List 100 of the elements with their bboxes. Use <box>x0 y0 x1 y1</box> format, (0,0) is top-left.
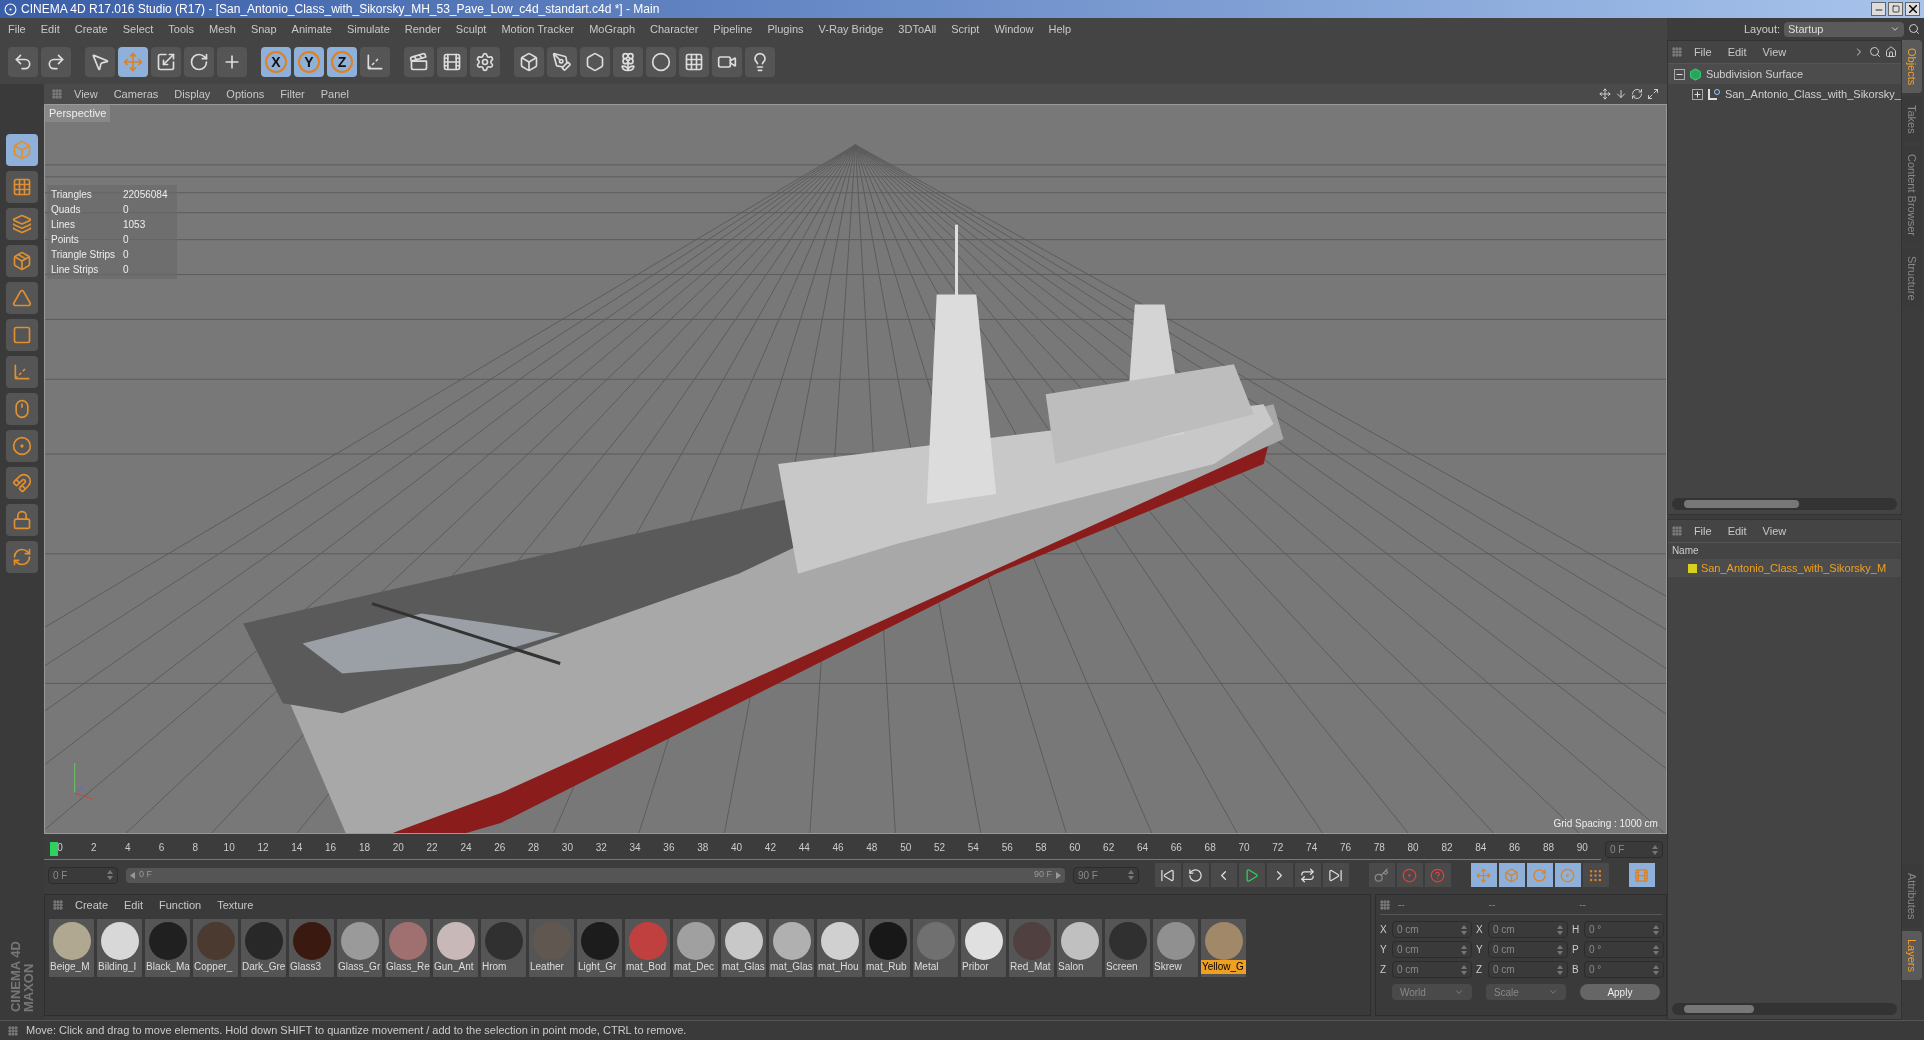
transport-button[interactable] <box>1238 863 1265 887</box>
scale-button[interactable] <box>151 47 181 77</box>
material-tile[interactable]: mat_Glas <box>769 919 814 977</box>
points-mode-button[interactable] <box>6 245 38 277</box>
material-tile[interactable]: mat_Hou <box>817 919 862 977</box>
layer-row[interactable]: San_Antonio_Class_with_Sikorsky_M <box>1667 559 1901 577</box>
home-icon[interactable] <box>1885 46 1897 58</box>
value-field[interactable]: 0 cm <box>1487 921 1568 938</box>
material-tile[interactable]: Dark_Gre <box>241 919 286 977</box>
camera-button[interactable] <box>712 47 742 77</box>
transport-button[interactable] <box>1322 863 1349 887</box>
value-field[interactable]: 0 cm <box>1391 941 1472 958</box>
material-tile[interactable]: Copper_ <box>193 919 238 977</box>
value-field[interactable]: 0 F <box>48 866 118 884</box>
material-tile[interactable]: Light_Gr <box>577 919 622 977</box>
value-field[interactable]: 0 F <box>1604 841 1663 858</box>
menu-item[interactable]: View <box>74 85 98 103</box>
value-field[interactable]: 0 ° <box>1583 941 1664 958</box>
horizontal-scrollbar[interactable] <box>1671 1003 1897 1015</box>
menu-item[interactable]: V-Ray Bridge <box>818 20 884 38</box>
menu-item[interactable]: Cameras <box>113 85 159 103</box>
menu-item[interactable]: File <box>1693 43 1712 61</box>
undo-button[interactable] <box>8 47 38 77</box>
minimize-button[interactable] <box>1871 2 1886 16</box>
menu-item[interactable]: Character <box>650 20 699 38</box>
material-tile[interactable]: Red_Mat <box>1009 919 1054 977</box>
axis-mode-button[interactable] <box>6 356 38 388</box>
select-button[interactable] <box>85 47 115 77</box>
layout-dropdown[interactable]: Startup <box>1784 21 1904 37</box>
material-tile[interactable]: Hrom <box>481 919 526 977</box>
grid-lock-mode-button[interactable] <box>6 504 38 536</box>
orbit-icon[interactable] <box>1630 88 1643 100</box>
keyframe-button[interactable] <box>1396 863 1423 887</box>
render-view-button[interactable] <box>404 47 434 77</box>
menu-item[interactable]: Snap <box>250 20 277 38</box>
timeline-button[interactable] <box>1628 863 1655 887</box>
render-button[interactable] <box>437 47 467 77</box>
material-tile[interactable]: mat_Bod <box>625 919 670 977</box>
rotate-button[interactable] <box>184 47 214 77</box>
menu-item[interactable]: MoGraph <box>589 20 636 38</box>
subdiv-button[interactable] <box>580 47 610 77</box>
value-field[interactable]: 90 F <box>1072 866 1139 884</box>
transport-button[interactable] <box>1266 863 1293 887</box>
menu-item[interactable]: Edit <box>124 896 143 914</box>
menu-item[interactable]: Filter <box>280 85 305 103</box>
dolly-icon[interactable] <box>1614 88 1627 100</box>
menu-item[interactable]: Plugins <box>767 20 804 38</box>
add-button[interactable] <box>217 47 247 77</box>
value-field[interactable]: 0 cm <box>1391 921 1472 938</box>
side-tab[interactable]: Objects <box>1902 40 1922 94</box>
floor-button[interactable] <box>679 47 709 77</box>
menu-item[interactable]: Edit <box>1727 522 1747 540</box>
material-tile[interactable]: Gun_Ant <box>433 919 478 977</box>
light-button[interactable] <box>745 47 775 77</box>
workplane-mode-button[interactable] <box>6 208 38 240</box>
menu-item[interactable]: Render <box>404 20 441 38</box>
redo-button[interactable] <box>41 47 71 77</box>
magnet-mode-button[interactable] <box>6 467 38 499</box>
collapse-icon[interactable] <box>1673 68 1685 80</box>
pan-icon[interactable] <box>1598 88 1611 100</box>
side-tab[interactable]: Layers <box>1902 930 1922 980</box>
render-settings-button[interactable] <box>470 47 500 77</box>
axis-lock-button[interactable]: Z <box>327 47 357 77</box>
grid-rotate-mode-button[interactable] <box>6 541 38 573</box>
menu-item[interactable]: Script <box>951 20 980 38</box>
cloner-button[interactable] <box>613 47 643 77</box>
menu-item[interactable]: Edit <box>40 20 60 38</box>
menu-item[interactable]: Animate <box>291 20 332 38</box>
search-icon[interactable] <box>1869 46 1881 58</box>
menu-item[interactable]: Help <box>1048 20 1072 38</box>
menu-item[interactable]: Options <box>226 85 265 103</box>
material-tile[interactable]: Black_Ma <box>145 919 190 977</box>
transport-button[interactable] <box>1294 863 1321 887</box>
value-field[interactable]: 0 ° <box>1583 921 1664 938</box>
material-tile[interactable]: Salon <box>1057 919 1102 977</box>
axis-lock-button[interactable]: X <box>261 47 291 77</box>
material-tile[interactable]: mat_Dec <box>673 919 718 977</box>
search-icon[interactable] <box>1908 23 1920 35</box>
material-tile[interactable]: Skrew <box>1153 919 1198 977</box>
restore-button[interactable] <box>1888 2 1903 16</box>
material-tile[interactable]: Glass3 <box>289 919 334 977</box>
menu-item[interactable]: View <box>1762 43 1787 61</box>
coord-button[interactable] <box>360 47 390 77</box>
menu-item[interactable]: Texture <box>217 896 254 914</box>
cube-button[interactable] <box>514 47 544 77</box>
keyframe-button[interactable] <box>1368 863 1395 887</box>
menu-item[interactable]: 3DToAll <box>898 20 937 38</box>
menu-item[interactable]: Create <box>75 896 109 914</box>
menu-item[interactable]: Select <box>122 20 154 38</box>
tweak-mode-button[interactable] <box>6 393 38 425</box>
horizontal-scrollbar[interactable] <box>1671 498 1897 510</box>
object-row[interactable]: San_Antonio_Class_with_Sikorsky_ <box>1667 84 1901 104</box>
material-tile[interactable]: Glass_Re <box>385 919 430 977</box>
texture-mode-button[interactable] <box>6 171 38 203</box>
object-row[interactable]: Subdivision Surface <box>1667 64 1901 84</box>
deformer-button[interactable] <box>646 47 676 77</box>
expand-icon[interactable] <box>1691 88 1703 100</box>
maximize-icon[interactable] <box>1646 88 1659 100</box>
menu-item[interactable]: Simulate <box>346 20 390 38</box>
material-tile[interactable]: Metal <box>913 919 958 977</box>
